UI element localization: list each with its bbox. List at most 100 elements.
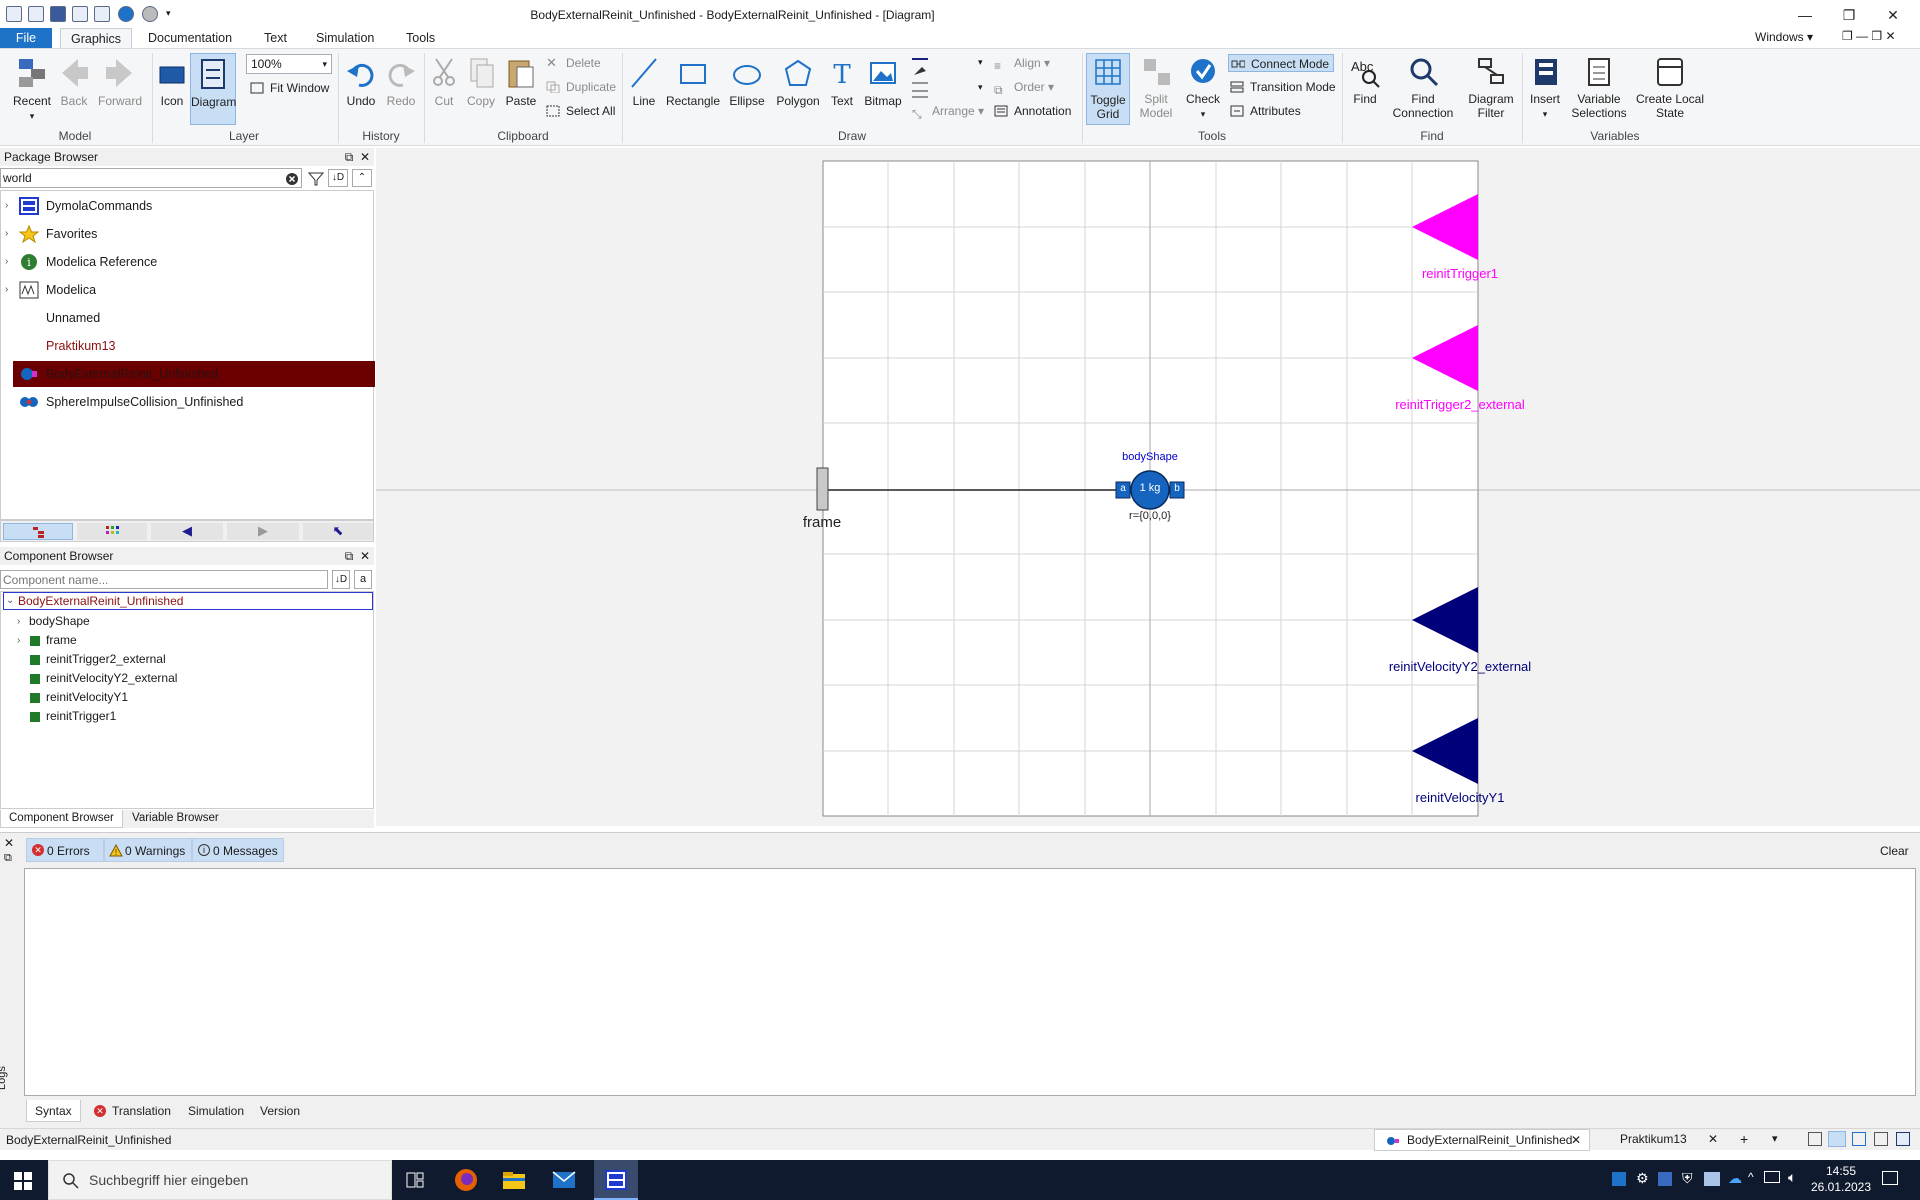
attributes-button[interactable]: Attributes [1228,102,1301,120]
find-button[interactable]: Abc Find [1346,55,1384,106]
icon-layer-button[interactable]: Icon [154,55,190,108]
find-connection-button[interactable]: Find Connection [1386,55,1460,120]
diagram-canvas[interactable]: bodyShape 1 kg a b r={0,0,0} frame reini… [376,148,1920,826]
toggle-grid-button[interactable]: Toggle Grid [1086,53,1130,125]
expand-icon[interactable]: › [5,249,8,275]
undo-button[interactable]: Undo [342,55,380,108]
create-local-state-button[interactable]: Create Local State [1634,55,1706,120]
tab-translation[interactable]: ✕ Translation [86,1100,179,1122]
rectangle-button[interactable]: Rectangle [664,55,722,108]
ellipse-button[interactable]: Ellipse [724,55,770,108]
tab-simulation-log[interactable]: Simulation [180,1100,252,1122]
component-alpha-icon[interactable]: a [354,570,372,589]
clock-time[interactable]: 14:55 [1812,1164,1870,1178]
add-tab-icon[interactable]: + [1740,1131,1748,1147]
taskbar-search-box[interactable]: Suchbegriff hier eingeben [48,1160,392,1200]
errors-tab[interactable]: ✕ 0 Errors [26,838,104,862]
fit-window-button[interactable]: Fit Window [248,79,329,97]
line-style-dropdown-icon[interactable]: ▾ [978,57,983,68]
annotation-button[interactable]: Annotation [992,102,1071,120]
package-item-favorites[interactable]: › Favorites [1,221,375,247]
tray-app-icon-2[interactable] [1658,1172,1672,1186]
duplicate-button[interactable]: Duplicate [544,78,616,96]
package-search-input[interactable]: world [0,168,302,188]
collapse-all-icon[interactable]: ⌃ [352,169,372,187]
clear-button[interactable]: Clear [1880,844,1909,858]
tab-text[interactable]: Text [254,28,297,48]
dymola-taskbar-button[interactable] [594,1160,638,1200]
tab-variable-browser[interactable]: Variable Browser [124,810,227,828]
connect-mode-button[interactable]: Connect Mode [1228,54,1334,72]
shield-icon[interactable]: ⛨ [1682,1170,1693,1187]
tab-component-browser[interactable]: Component Browser [0,810,123,828]
select-all-button[interactable]: Select All [544,102,615,120]
undock-messages-icon[interactable]: ⧉ [4,852,12,865]
layout-icon-3[interactable] [1852,1132,1866,1146]
check-button[interactable]: Check ▾ [1180,55,1226,121]
bitmap-button[interactable]: Bitmap [860,55,906,108]
tab-documentation[interactable]: Documentation [138,28,242,48]
paste-button[interactable]: Paste [502,55,540,108]
component-item-bodyshape[interactable]: › bodyShape [1,612,371,631]
component-item-frame[interactable]: › frame [1,631,371,650]
nav-up-button[interactable]: ⬉ [303,523,373,540]
package-item-bodyexternalreinit-selected[interactable]: BodyExternalReinit_Unfinished [13,361,375,387]
volume-icon[interactable]: 🔈︎ [1788,1169,1796,1186]
tray-app-icon-3[interactable] [1704,1172,1720,1186]
nav-back-button[interactable]: ◀ [151,523,223,540]
expand-icon[interactable]: › [5,221,8,247]
close-tab-icon[interactable]: ✕ [1708,1132,1718,1146]
component-root[interactable]: ⌄ BodyExternalReinit_Unfinished [3,592,373,610]
arrange-button[interactable]: ⤡ Arrange ▾ [910,102,984,121]
nav-forward-button[interactable]: ▶ [227,523,299,540]
diagram-filter-button[interactable]: Diagram Filter [1462,55,1520,120]
expand-icon[interactable]: › [17,612,20,631]
split-model-button[interactable]: Split Model [1134,55,1178,120]
firefox-icon[interactable] [454,1168,478,1192]
file-explorer-icon[interactable] [502,1170,526,1190]
restore-button[interactable]: ❐ [1834,4,1864,26]
component-item-reinitvelocityy2-external[interactable]: reinitVelocityY2_external [1,669,371,688]
network-icon[interactable] [1764,1171,1780,1183]
collapse-icon[interactable]: ⌄ [6,593,14,609]
mdi-controls[interactable]: ❐ — ❐ ✕ [1842,29,1896,43]
layout-icon-4[interactable] [1874,1132,1888,1146]
close-panel-icon[interactable]: ✕ [358,148,372,166]
order-button[interactable]: ⧉ Order ▾ [992,78,1054,97]
line-style-icons[interactable] [910,55,932,101]
package-item-unnamed[interactable]: Unnamed [1,305,375,331]
package-item-modelica[interactable]: › Modelica [1,277,375,303]
task-view-icon[interactable] [406,1172,424,1188]
package-item-praktikum13[interactable]: Praktikum13 [1,333,375,359]
filter-icon[interactable] [308,171,324,187]
text-button[interactable]: T Text [826,55,858,108]
close-panel-icon[interactable]: ✕ [358,547,372,565]
recent-button[interactable]: Recent ▾ [10,55,54,123]
messages-tab[interactable]: i 0 Messages [192,838,284,862]
package-item-sphereimpulsecollision[interactable]: SphereImpulseCollision_Unfinished [1,389,375,415]
warnings-tab[interactable]: ! 0 Warnings [104,838,192,862]
zoom-select[interactable]: 100% ▾ [246,54,332,74]
tab-file[interactable]: File [0,28,52,48]
component-sort-icon[interactable]: ↓D [332,570,350,589]
grid-view-button[interactable] [77,523,147,540]
clock-date[interactable]: 26.01.2023 [1808,1180,1874,1194]
tray-app-icon[interactable] [1612,1172,1626,1186]
package-item-dymolacommands[interactable]: › DymolaCommands [1,193,375,219]
layout-icon-2[interactable] [1828,1131,1846,1147]
insert-button[interactable]: Insert ▾ [1526,55,1564,121]
align-button[interactable]: ≡ Align ▾ [992,54,1050,73]
component-item-reinitvelocityy1[interactable]: reinitVelocityY1 [1,688,371,707]
polygon-button[interactable]: Polygon [772,55,824,108]
close-messages-icon[interactable]: ✕ [4,836,14,850]
sort-icon[interactable]: ↓D [328,169,348,187]
diagram-layer-button[interactable]: Diagram [190,53,236,125]
onedrive-icon[interactable]: ☁ [1728,1170,1742,1187]
doc-tab-praktikum13[interactable]: Praktikum13 ✕ [1620,1129,1718,1151]
undock-icon[interactable]: ⧉ [342,148,356,166]
undock-icon[interactable]: ⧉ [342,547,356,565]
messages-output-area[interactable] [24,868,1916,1096]
component-name-input[interactable] [0,570,328,589]
notification-icon[interactable] [1882,1171,1898,1185]
tab-list-dropdown-icon[interactable]: ▾ [1772,1132,1778,1145]
